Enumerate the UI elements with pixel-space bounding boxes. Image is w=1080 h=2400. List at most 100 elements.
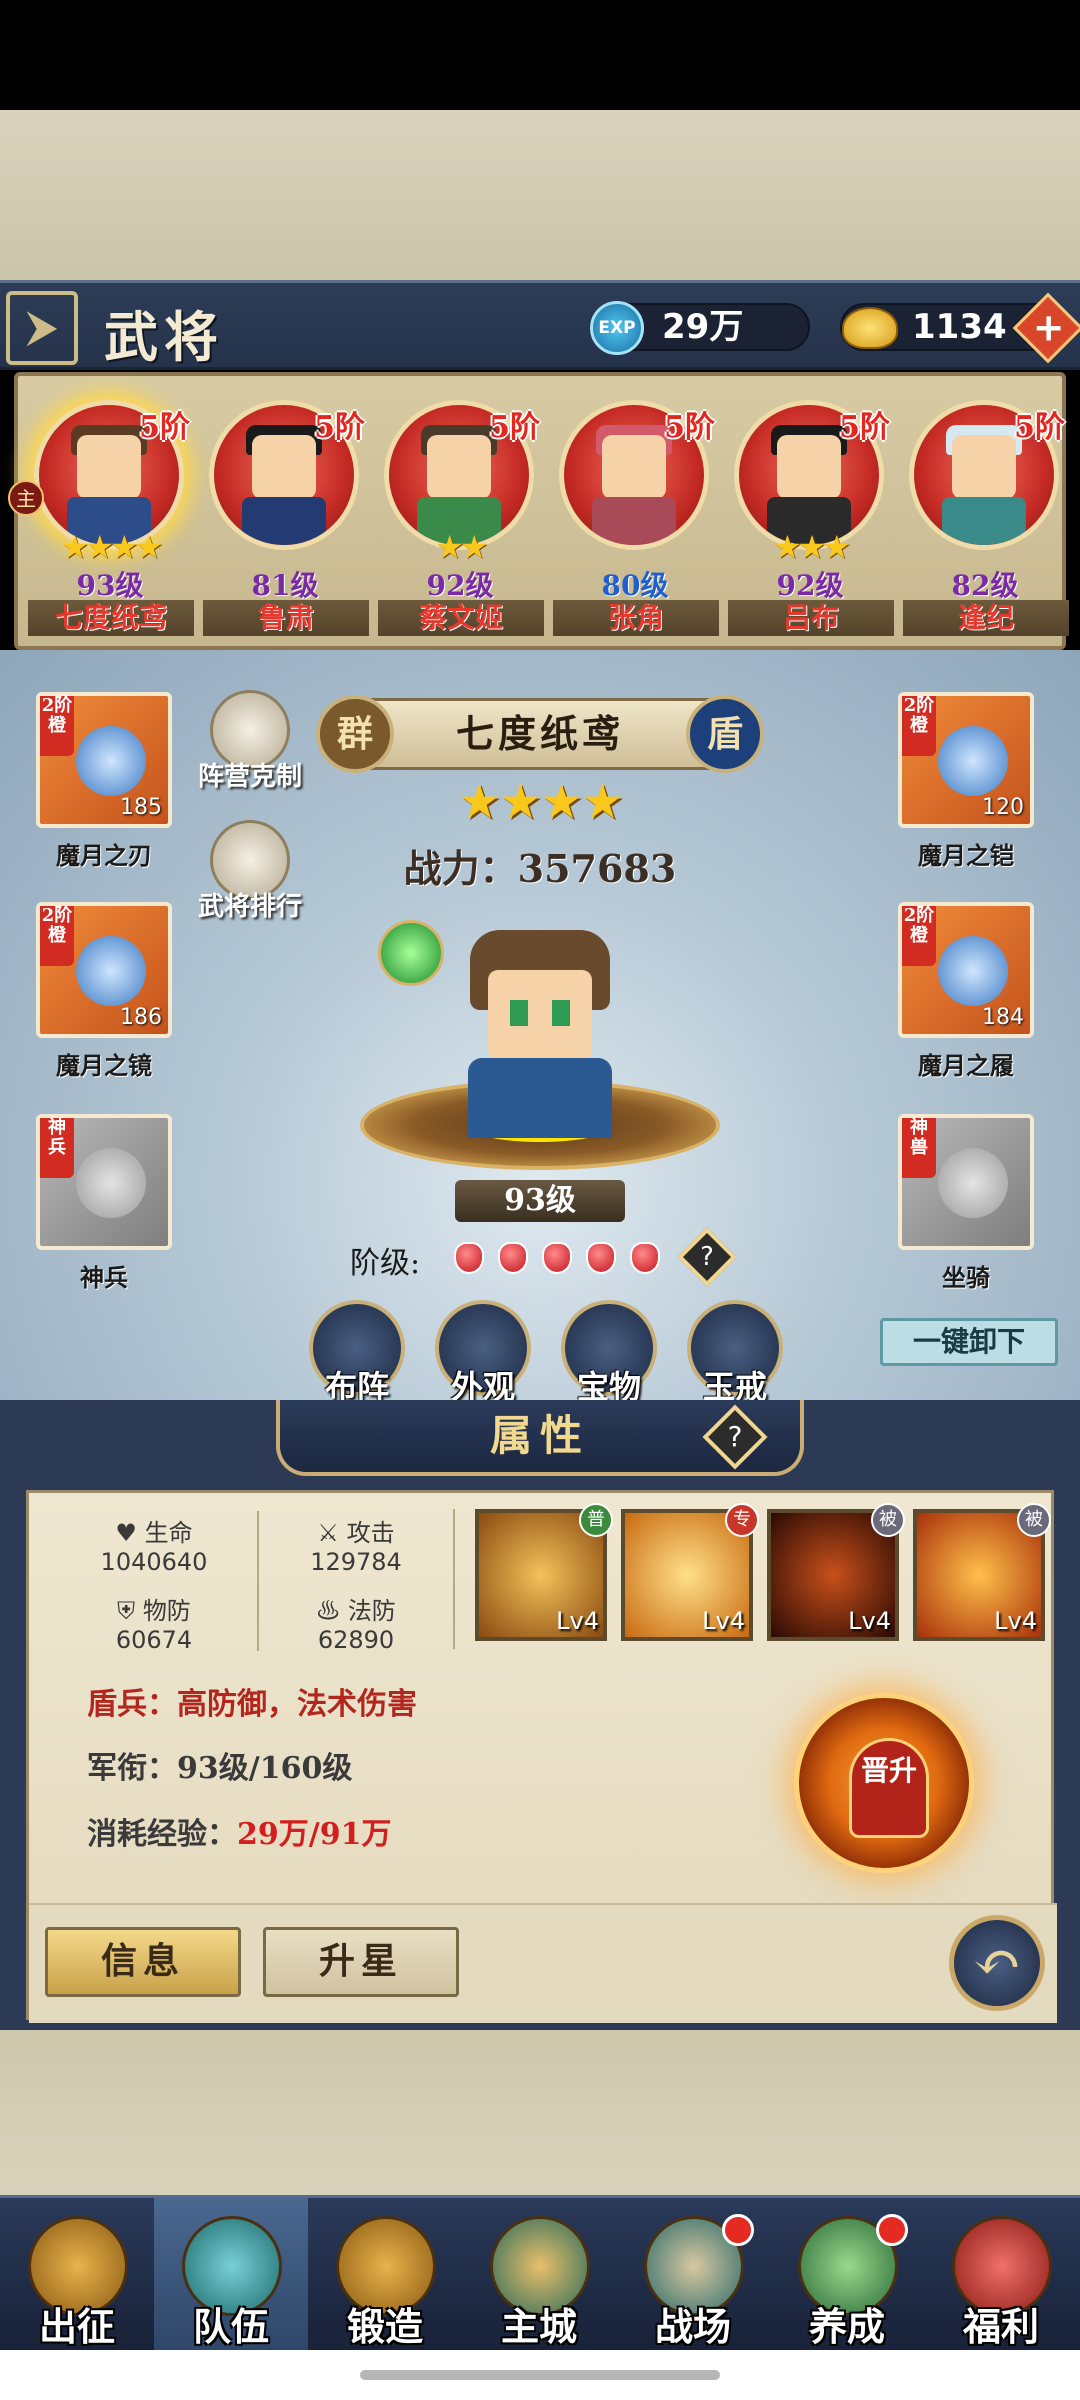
troop-type-badge: 盾 [686,695,764,773]
combat-power-value: 357683 [517,846,677,891]
stat-hp: ♥ 生命 1040640 [59,1513,249,1576]
nav-team[interactable]: 队伍 [154,2198,308,2353]
equip-value: 186 [120,1005,162,1030]
back-emblem-icon[interactable]: ⮞ [6,291,78,365]
equip-value: 120 [982,795,1024,820]
bottom-nav: 出征 队伍 锻造 主城 战场 养成 福利 [0,2195,1080,2353]
skill-slot[interactable]: 普 Lv4 [475,1503,613,1641]
rank-description-value: 93级/160级 [177,1751,353,1786]
question-icon: ? [727,1420,743,1453]
add-gold-button[interactable]: + [1012,292,1080,364]
stats-grid: ♥ 生命 1040640 ⚔ 攻击 129784 ⛨ 物防 60674 ♨ 法防… [49,1503,439,1654]
divider [257,1511,259,1651]
faction-badge: 群 [316,695,394,773]
jade-ring-button[interactable]: 玉戒 [680,1300,790,1410]
equip-slot-armor[interactable]: 2阶橙 120 [898,692,1034,828]
equip-slot-weapon[interactable]: 2阶橙 185 [36,692,172,828]
troop-description: 盾兵：高防御，法术伤害 [87,1687,417,1722]
hero-level: 92级 [426,569,494,602]
treasure-button[interactable]: 宝物 [554,1300,664,1410]
rank-gem-icon [542,1242,572,1274]
skill-slot[interactable]: 被 Lv4 [767,1503,905,1641]
status-bar [0,0,1080,110]
hero-ranking-button[interactable]: 武将排行 [190,820,310,923]
return-icon[interactable]: ↶ [949,1915,1045,2011]
roster-hero[interactable]: 5阶 81级 鲁肃 [195,400,369,640]
exp-counter: EXP 29万 [590,301,810,355]
hero-name: 吕布 [728,600,894,636]
notification-dot [876,2214,908,2246]
stat-attack: ⚔ 攻击 129784 [261,1513,451,1576]
hero-tier: 5阶 [489,410,540,445]
attribute-panel: 属性 ? ♥ 生命 1040640 ⚔ 攻击 129784 ⛨ 物防 60674… [0,1400,1080,2040]
hero-level: 93级 [76,569,144,602]
stat-label: 法防 [347,1597,396,1625]
tab-info[interactable]: 信息 [45,1927,241,1997]
notification-dot [722,2214,754,2246]
faction-restraint-button[interactable]: 阵营克制 [190,690,310,793]
tab-star-up[interactable]: 升星 [263,1927,459,1997]
crossed-swords-icon: ⚔ [317,1519,339,1547]
rank-help-button[interactable]: ? [677,1227,737,1287]
combat-power-label: 战力： [403,846,518,891]
equip-slot-divine-weapon[interactable]: 神兵 [36,1114,172,1250]
equip-label: 魔月之刃 [56,841,152,870]
nav-welfare[interactable]: 福利 [924,2198,1078,2353]
armor-icon: ⛨ [117,1597,136,1625]
hero-name-plate: 群 七度纸鸢 盾 [316,695,764,773]
nav-cultivation[interactable]: 养成 [770,2198,924,2353]
divine-weapon-icon [76,1148,146,1218]
armor-icon [938,726,1008,796]
hero-tier: 5阶 [139,410,190,445]
equip-slot-boots[interactable]: 2阶橙 184 [898,902,1034,1038]
gold-value: 1134 [912,307,1007,347]
main-hero-badge: 主 [8,480,44,516]
stat-value: 129784 [310,1548,402,1576]
skill-slot[interactable]: 被 Lv4 [913,1503,1051,1641]
equip-label: 神兵 [80,1263,128,1292]
roster-hero[interactable]: 5阶 80级 张角 [545,400,719,640]
unequip-all-button[interactable]: 一键卸下 [880,1318,1058,1366]
skill-level: Lv4 [848,1607,891,1635]
rank-gem-icon [630,1242,660,1274]
hero-level: 81级 [251,569,319,602]
gourd-icon: ♨ [316,1597,341,1625]
skill-slot[interactable]: 专 Lv4 [621,1503,759,1641]
promote-button[interactable]: 晋升 [794,1693,974,1873]
formation-button[interactable]: 布阵 [302,1300,412,1410]
nav-battlefield[interactable]: 战场 [616,2198,770,2353]
stat-value: 1040640 [100,1548,208,1576]
nav-main-city[interactable]: 主城 [462,2198,616,2353]
gesture-bar[interactable] [360,2370,720,2380]
hero-name: 蔡文姬 [378,600,544,636]
selected-hero-level: 93级 [455,1180,625,1222]
roster-hero[interactable]: 5阶 ★★★★ 93级 七度纸鸢 主 [8,400,194,640]
jade-orb-icon[interactable] [378,920,444,986]
rank-gem-icon [498,1242,528,1274]
rank-description-label: 军衔： [87,1751,177,1786]
nav-label: 出征 [38,2304,115,2349]
hero-name: 张角 [553,600,719,636]
roster-hero[interactable]: 5阶 82级 逢纪 [895,400,1069,640]
attribute-body: ♥ 生命 1040640 ⚔ 攻击 129784 ⛨ 物防 60674 ♨ 法防… [26,1490,1057,2023]
nav-label: 主城 [500,2304,577,2349]
question-icon: ? [700,1242,714,1272]
skill-type-badge: 被 [871,1503,905,1537]
roster-hero[interactable]: 5阶 ★★ 92级 蔡文姬 [370,400,544,640]
faction-restraint-label: 阵营克制 [197,762,302,792]
nav-forge[interactable]: 锻造 [308,2198,462,2353]
equip-slot-mirror[interactable]: 2阶橙 186 [36,902,172,1038]
hero-level: 82级 [951,569,1019,602]
nav-expedition[interactable]: 出征 [0,2198,154,2353]
equip-label: 坐骑 [942,1263,990,1292]
equip-slot-mount[interactable]: 神兽 [898,1114,1034,1250]
hero-name: 鲁肃 [203,600,369,636]
roster-hero[interactable]: 5阶 ★★★ 92级 吕布 [720,400,894,640]
hero-tier: 5阶 [839,410,890,445]
nav-label: 锻造 [346,2304,423,2349]
boots-icon [938,936,1008,1006]
appearance-button[interactable]: 外观 [428,1300,538,1410]
hero-level: 92级 [776,569,844,602]
stat-value: 62890 [317,1626,395,1654]
mount-icon [938,1148,1008,1218]
